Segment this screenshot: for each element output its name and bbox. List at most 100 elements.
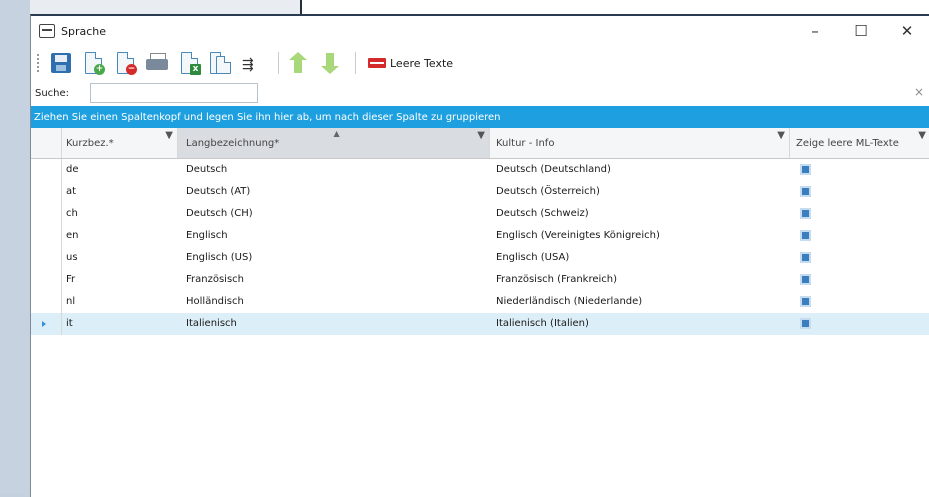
row-indicator-current[interactable] (31, 313, 62, 335)
save-button[interactable] (48, 50, 74, 76)
new-button[interactable]: + (80, 50, 106, 76)
checkbox[interactable] (800, 317, 811, 329)
table-row[interactable]: ch Deutsch (CH) Deutsch (Schweiz) (31, 203, 929, 225)
print-button[interactable] (144, 50, 170, 76)
row-indicator[interactable] (31, 269, 62, 291)
cell-kultur-info[interactable]: Deutsch (Schweiz) (490, 203, 790, 225)
row-indicator[interactable] (31, 291, 62, 313)
table-row[interactable]: nl Holländisch Niederländisch (Niederlan… (31, 291, 929, 313)
table-row[interactable]: at Deutsch (AT) Deutsch (Österreich) (31, 181, 929, 203)
copy-button[interactable] (208, 50, 234, 76)
column-header-zeige-leere-ml-texte[interactable]: Zeige leere ML-Texte ▼ (790, 128, 929, 158)
cell-kultur-info[interactable]: Englisch (USA) (490, 247, 790, 269)
row-indicator[interactable] (31, 203, 62, 225)
filter-icon[interactable]: ▼ (777, 130, 785, 141)
merge-button[interactable]: ⇶ (240, 50, 266, 76)
grid-header: Kurzbez.* ▼ ▲ Langbezeichnung* ▼ Kultur … (31, 128, 929, 159)
table-row[interactable]: de Deutsch Deutsch (Deutschland) (31, 159, 929, 181)
cell-kurzbez[interactable]: us (62, 247, 178, 269)
cell-zeige-leere[interactable] (790, 225, 929, 247)
checkbox[interactable] (800, 273, 811, 285)
move-down-button[interactable] (317, 50, 343, 76)
background-window (300, 0, 929, 14)
cell-kurzbez[interactable]: de (62, 159, 178, 181)
cell-langbezeichnung[interactable]: Italienisch (178, 313, 490, 335)
cell-zeige-leere[interactable] (790, 291, 929, 313)
table-row[interactable]: en Englisch Englisch (Vereinigtes Königr… (31, 225, 929, 247)
cell-kultur-info[interactable]: Deutsch (Deutschland) (490, 159, 790, 181)
cell-kurzbez[interactable]: Fr (62, 269, 178, 291)
cell-kurzbez[interactable]: en (62, 225, 178, 247)
merge-arrow-icon: ⇶ (242, 57, 254, 73)
export-excel-button[interactable]: x (176, 50, 202, 76)
checkbox[interactable] (800, 229, 811, 241)
cell-kurzbez[interactable]: ch (62, 203, 178, 225)
table-row-selected[interactable]: it Italienisch Italienisch (Italien) (31, 313, 929, 335)
cell-zeige-leere[interactable] (790, 313, 929, 335)
toolbar-separator (278, 52, 279, 74)
close-button[interactable]: ✕ (884, 16, 929, 46)
row-indicator[interactable] (31, 225, 62, 247)
cell-kultur-info[interactable]: Französisch (Frankreich) (490, 269, 790, 291)
checkbox[interactable] (800, 207, 811, 219)
search-input[interactable] (90, 83, 258, 103)
filter-icon[interactable]: ▼ (918, 130, 926, 141)
cell-langbezeichnung[interactable]: Französisch (178, 269, 490, 291)
leere-texte-label: Leere Texte (390, 56, 454, 70)
maximize-button[interactable]: ☐ (838, 16, 884, 46)
toolbar-separator (355, 52, 356, 74)
checkbox[interactable] (800, 185, 811, 197)
cell-zeige-leere[interactable] (790, 181, 929, 203)
cell-kultur-info[interactable]: Deutsch (Österreich) (490, 181, 790, 203)
table-row[interactable]: us Englisch (US) Englisch (USA) (31, 247, 929, 269)
desktop-background (0, 0, 30, 495)
sprache-window: Sprache – ☐ ✕ + − x ⇶ Leere Texte Suche:… (30, 14, 929, 497)
row-indicator[interactable] (31, 159, 62, 181)
window-app-icon (39, 24, 55, 38)
cell-kultur-info[interactable]: Niederländisch (Niederlande) (490, 291, 790, 313)
cell-kurzbez[interactable]: it (62, 313, 178, 335)
toolbar: + − x ⇶ Leere Texte (31, 46, 929, 80)
cell-kultur-info[interactable]: Englisch (Vereinigtes Königreich) (490, 225, 790, 247)
arrow-up-icon (289, 52, 307, 73)
column-header-langbezeichnung[interactable]: ▲ Langbezeichnung* ▼ (178, 128, 490, 158)
checkbox[interactable] (800, 251, 811, 263)
delete-button[interactable]: − (112, 50, 138, 76)
cell-langbezeichnung[interactable]: Englisch (178, 225, 490, 247)
row-indicator[interactable] (31, 247, 62, 269)
toolbar-grip[interactable] (37, 54, 42, 72)
sort-ascending-icon: ▲ (333, 129, 340, 138)
cell-kurzbez[interactable]: at (62, 181, 178, 203)
cell-kultur-info[interactable]: Italienisch (Italien) (490, 313, 790, 335)
minus-badge-icon: − (126, 64, 137, 75)
row-indicator-header (31, 128, 62, 158)
column-header-kultur-info[interactable]: Kultur - Info ▼ (490, 128, 790, 158)
checkbox[interactable] (800, 163, 811, 175)
cell-langbezeichnung[interactable]: Englisch (US) (178, 247, 490, 269)
cell-zeige-leere[interactable] (790, 247, 929, 269)
cell-langbezeichnung[interactable]: Deutsch (178, 159, 490, 181)
filter-icon[interactable]: ▼ (477, 130, 485, 141)
arrow-down-icon (321, 53, 339, 74)
move-up-button[interactable] (285, 50, 311, 76)
column-header-kurzbez[interactable]: Kurzbez.* ▼ (62, 128, 178, 158)
search-clear-icon[interactable]: × (914, 85, 924, 99)
cell-kurzbez[interactable]: nl (62, 291, 178, 313)
cell-langbezeichnung[interactable]: Deutsch (CH) (178, 203, 490, 225)
checkbox[interactable] (800, 295, 811, 307)
language-grid: Kurzbez.* ▼ ▲ Langbezeichnung* ▼ Kultur … (31, 128, 929, 335)
plus-badge-icon: + (94, 64, 105, 75)
leere-texte-button[interactable]: Leere Texte (368, 57, 453, 70)
cell-zeige-leere[interactable] (790, 159, 929, 181)
cell-zeige-leere[interactable] (790, 269, 929, 291)
search-row: Suche: × (31, 80, 929, 106)
group-panel[interactable]: Ziehen Sie einen Spaltenkopf und legen S… (31, 106, 929, 128)
cell-zeige-leere[interactable] (790, 203, 929, 225)
cell-langbezeichnung[interactable]: Deutsch (AT) (178, 181, 490, 203)
table-row[interactable]: Fr Französisch Französisch (Frankreich) (31, 269, 929, 291)
window-title: Sprache (61, 24, 107, 38)
minimize-button[interactable]: – (792, 16, 838, 46)
filter-icon[interactable]: ▼ (165, 130, 173, 141)
cell-langbezeichnung[interactable]: Holländisch (178, 291, 490, 313)
row-indicator[interactable] (31, 181, 62, 203)
